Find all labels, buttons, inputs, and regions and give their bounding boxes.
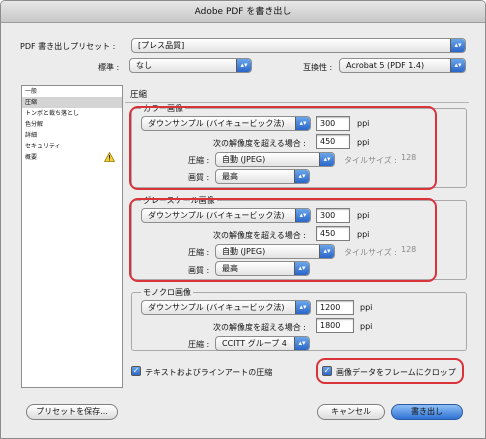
gray-sampling-value: ダウンサンプル (バイキュービック法) — [148, 211, 285, 220]
sidebar-item-label: 詳細 — [25, 132, 38, 139]
sidebar-item-label: 概要 — [25, 154, 38, 161]
mono-compression-value: CCITT グループ 4 — [222, 339, 287, 348]
color-images-title: カラー画像 — [141, 103, 185, 114]
color-quality-label: 画質 : — [188, 173, 210, 182]
color-compression-value: 自動 (JPEG) — [222, 155, 266, 164]
popup-arrows-icon: ▴▾ — [295, 301, 310, 314]
color-ppi-unit: ppi — [357, 119, 370, 128]
color-compression-popup[interactable]: 自動 (JPEG) ▴▾ — [215, 152, 335, 167]
checkmark-icon: ✓ — [132, 366, 140, 375]
mono-compression-label: 圧縮 : — [188, 340, 210, 349]
gray-above-unit: ppi — [357, 230, 370, 239]
standard-value: なし — [136, 61, 152, 70]
sidebar-item-summary[interactable]: 概要 — [22, 152, 122, 163]
export-pdf-dialog: Adobe PDF を書き出し PDF 書き出しプリセット : [プレス品質] … — [0, 0, 486, 439]
color-tile-value: 128 — [401, 153, 417, 162]
category-list: 一般 圧縮 トンボと裁ち落とし 色分解 詳細 セキュリティ 概要 — [21, 85, 123, 388]
gray-compression-value: 自動 (JPEG) — [222, 247, 266, 256]
color-above-label: 次の解像度を超える場合 : — [213, 139, 306, 148]
color-tile-label: タイルサイズ : — [344, 156, 397, 165]
gray-ppi-unit: ppi — [357, 211, 370, 220]
gray-ppi-field[interactable]: 300 — [316, 208, 350, 223]
compat-value: Acrobat 5 (PDF 1.4) — [346, 61, 425, 70]
color-sampling-popup[interactable]: ダウンサンプル (バイキュービック法) ▴▾ — [141, 116, 311, 131]
sidebar-item-security[interactable]: セキュリティ — [22, 141, 122, 152]
sidebar-item-advanced[interactable]: 詳細 — [22, 130, 122, 141]
popup-arrows-icon: ▴▾ — [294, 337, 309, 350]
crop-image-checkbox[interactable]: ✓ — [322, 366, 332, 376]
gray-sampling-popup[interactable]: ダウンサンプル (バイキュービック法) ▴▾ — [141, 208, 311, 223]
popup-arrows-icon: ▴▾ — [294, 262, 309, 275]
sidebar-item-general[interactable]: 一般 — [22, 86, 122, 97]
sidebar-item-separations[interactable]: 色分解 — [22, 119, 122, 130]
popup-arrows-icon: ▴▾ — [450, 39, 465, 52]
color-ppi-field[interactable]: 300 — [316, 116, 350, 131]
color-quality-value: 最高 — [222, 172, 238, 181]
export-button[interactable]: 書き出し — [391, 404, 463, 420]
preset-popup[interactable]: [プレス品質] ▴▾ — [131, 38, 466, 53]
crop-image-label: 画像データをフレームにクロップ — [336, 368, 456, 377]
standard-popup[interactable]: なし ▴▾ — [129, 58, 252, 73]
sidebar-item-label: セキュリティ — [25, 143, 61, 150]
gray-tile-label: タイルサイズ : — [344, 248, 397, 257]
text-compress-checkbox[interactable]: ✓ — [131, 366, 141, 376]
popup-arrows-icon: ▴▾ — [295, 209, 310, 222]
popup-arrows-icon: ▴▾ — [319, 245, 334, 258]
compat-popup[interactable]: Acrobat 5 (PDF 1.4) ▴▾ — [339, 58, 466, 73]
compat-label: 互換性 : — [303, 63, 333, 72]
gray-compression-label: 圧縮 : — [188, 248, 210, 257]
checkmark-icon: ✓ — [323, 366, 331, 375]
grayscale-images-title: グレースケール画像 — [141, 195, 217, 206]
gray-quality-label: 画質 : — [188, 266, 210, 275]
compression-panel: 圧縮 カラー画像 ダウンサンプル (バイキュービック法) ▴▾ 300 ppi … — [125, 88, 471, 388]
sidebar-item-label: 一般 — [25, 88, 38, 95]
gray-above-label: 次の解像度を超える場合 : — [213, 231, 306, 240]
gray-quality-popup[interactable]: 最高 ▴▾ — [215, 261, 310, 276]
gray-above-field[interactable]: 450 — [316, 226, 350, 241]
sidebar-item-label: トンボと裁ち落とし — [25, 110, 80, 117]
color-quality-popup[interactable]: 最高 ▴▾ — [215, 169, 310, 184]
window-title: Adobe PDF を書き出し — [1, 1, 485, 23]
popup-arrows-icon: ▴▾ — [450, 59, 465, 72]
popup-arrows-icon: ▴▾ — [295, 117, 310, 130]
text-compress-label: テキストおよびラインアートの圧縮 — [145, 368, 273, 377]
mono-compression-popup[interactable]: CCITT グループ 4 ▴▾ — [215, 336, 310, 351]
popup-arrows-icon: ▴▾ — [319, 153, 334, 166]
mono-ppi-unit: ppi — [360, 303, 373, 312]
sidebar-item-label: 圧縮 — [25, 99, 38, 106]
mono-above-unit: ppi — [360, 322, 373, 331]
gray-tile-value: 128 — [401, 245, 417, 254]
warning-icon — [104, 152, 115, 162]
mono-above-label: 次の解像度を超える場合 : — [213, 323, 306, 332]
mono-sampling-value: ダウンサンプル (バイキュービック法) — [148, 303, 285, 312]
mono-sampling-popup[interactable]: ダウンサンプル (バイキュービック法) ▴▾ — [141, 300, 311, 315]
popup-arrows-icon: ▴▾ — [236, 59, 251, 72]
color-above-field[interactable]: 450 — [316, 134, 350, 149]
sidebar-item-label: 色分解 — [25, 121, 44, 128]
mono-above-field[interactable]: 1800 — [316, 318, 354, 333]
color-compression-label: 圧縮 : — [188, 156, 210, 165]
save-preset-button[interactable]: プリセットを保存... — [26, 404, 118, 420]
color-sampling-value: ダウンサンプル (バイキュービック法) — [148, 119, 285, 128]
preset-value: [プレス品質] — [138, 41, 185, 50]
popup-arrows-icon: ▴▾ — [294, 170, 309, 183]
preset-label: PDF 書き出しプリセット : — [20, 42, 116, 51]
cancel-button[interactable]: キャンセル — [317, 404, 385, 420]
sidebar-item-marks-bleeds[interactable]: トンボと裁ち落とし — [22, 108, 122, 119]
section-title: 圧縮 — [130, 90, 148, 100]
color-above-unit: ppi — [357, 138, 370, 147]
sidebar-item-compression[interactable]: 圧縮 — [22, 97, 122, 108]
gray-compression-popup[interactable]: 自動 (JPEG) ▴▾ — [215, 244, 335, 259]
gray-quality-value: 最高 — [222, 264, 238, 273]
mono-ppi-field[interactable]: 1200 — [316, 300, 354, 315]
mono-images-title: モノクロ画像 — [141, 287, 193, 298]
standard-label: 標準 : — [98, 63, 120, 72]
